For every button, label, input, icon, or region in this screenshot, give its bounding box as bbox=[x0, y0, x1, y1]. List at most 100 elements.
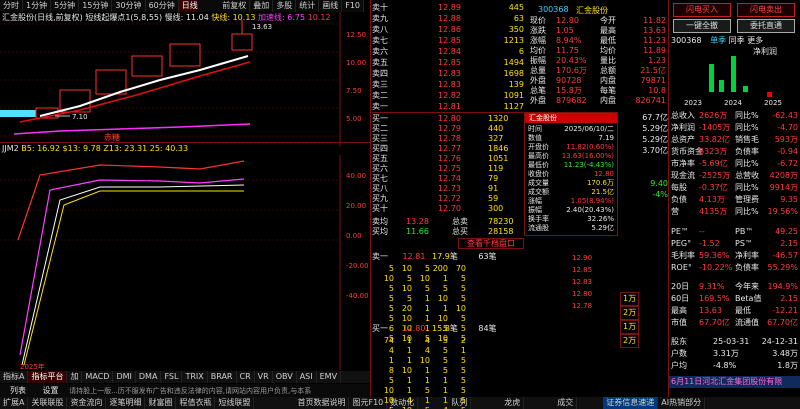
list-button[interactable]: 列表 bbox=[10, 386, 26, 395]
rp-tab[interactable]: 同季 bbox=[729, 36, 745, 45]
ob-vol: 119 bbox=[488, 164, 504, 173]
ind-tab[interactable]: 指标A bbox=[0, 371, 29, 383]
status-item[interactable]: 龙虎 bbox=[501, 397, 525, 409]
rp-row: 20日 9.31% 今年来 194.9% bbox=[669, 281, 800, 293]
tick-cell: 5 bbox=[460, 284, 466, 293]
tool-fq[interactable]: 前复权 bbox=[219, 0, 251, 12]
rp-val: -- bbox=[699, 227, 705, 236]
ob-sell-row[interactable]: 卖五 12.85 1494 bbox=[372, 57, 528, 68]
ind-tab[interactable]: MACD bbox=[82, 371, 114, 383]
flash-buy-button[interactable]: 闪电买入 bbox=[673, 3, 731, 17]
ind-tab[interactable]: VR bbox=[255, 371, 273, 383]
ob-buy-row[interactable]: 买五 12.76 1051 bbox=[372, 154, 528, 164]
period-tab[interactable]: 5分钟 bbox=[51, 0, 80, 12]
rp-label: PEG° bbox=[671, 239, 692, 248]
rp-label: PB™ bbox=[735, 227, 754, 236]
tool-multi[interactable]: 多股 bbox=[273, 0, 297, 12]
direct-order-button[interactable]: 委托直通 bbox=[737, 19, 795, 33]
tool-f10[interactable]: F10 bbox=[342, 0, 364, 12]
tick-cell: 5 bbox=[460, 386, 466, 395]
ind-tab[interactable]: CR bbox=[237, 371, 255, 383]
ind-tab[interactable]: DMI bbox=[113, 371, 136, 383]
ob-sell-row[interactable]: 卖九 12.88 63 bbox=[372, 13, 528, 24]
ob-sell-row[interactable]: 卖八 12.86 350 bbox=[372, 24, 528, 35]
rp-tab[interactable]: 单季 bbox=[710, 36, 726, 45]
status-item[interactable]: 财富圈 bbox=[145, 397, 177, 409]
ind-tab[interactable]: BRAR bbox=[208, 371, 237, 383]
status-item[interactable]: 成交 bbox=[554, 397, 578, 409]
ob-buy-row[interactable]: 买六 12.75 119 bbox=[372, 164, 528, 174]
settings-button[interactable]: 设置 bbox=[43, 386, 59, 395]
sub-chart[interactable] bbox=[0, 155, 370, 370]
rp-label: 市值 bbox=[671, 318, 687, 327]
tick-cell: 2 bbox=[460, 336, 466, 345]
tt-val: 32.26% bbox=[587, 215, 614, 223]
flash-sell-button[interactable]: 闪电卖出 bbox=[737, 3, 795, 17]
ind-tab[interactable]: OBV bbox=[273, 371, 297, 383]
status-item[interactable]: 逐笔明细 bbox=[106, 397, 146, 409]
q-label: 内盘 bbox=[600, 96, 616, 105]
tool-draw[interactable]: 画线 bbox=[319, 0, 343, 12]
kline-chart[interactable] bbox=[0, 12, 370, 147]
ind-tab[interactable]: EMV bbox=[317, 371, 342, 383]
rp-row: 净利润 -1405万 同比% -4.70 bbox=[669, 122, 800, 134]
ob-vol: 63 bbox=[513, 14, 524, 23]
ind-tab[interactable]: ASI bbox=[297, 371, 317, 383]
ind-tab[interactable]: FSL bbox=[161, 371, 183, 383]
ob-vol: 445 bbox=[508, 3, 524, 12]
ind-tab[interactable]: 指标平台 bbox=[28, 371, 68, 383]
ob-buy-row[interactable]: 买一 12.80 1320 bbox=[372, 114, 528, 124]
ob-price: 12.83 bbox=[438, 80, 461, 89]
ind-tab[interactable]: 加 bbox=[67, 371, 83, 383]
ob-price: 12.76 bbox=[438, 154, 461, 163]
ob-sell-row[interactable]: 卖三 12.83 139 bbox=[372, 79, 528, 90]
ob-buy-row[interactable]: 买十 12.70 300 bbox=[372, 204, 528, 214]
ob-price: 12.74 bbox=[438, 174, 461, 183]
status-item[interactable]: 首页数据说明 bbox=[294, 397, 350, 409]
ob-buy-row[interactable]: 买三 12.78 327 bbox=[372, 134, 528, 144]
ob-buy-row[interactable]: 买九 12.72 59 bbox=[372, 194, 528, 204]
status-item[interactable]: 扩展A bbox=[0, 397, 29, 409]
ind-tab[interactable]: DMA bbox=[136, 371, 162, 383]
tick-cell: 5 bbox=[424, 284, 430, 293]
tt-val: 2025/06/10/二 bbox=[564, 125, 614, 133]
q-val: 20.43% bbox=[556, 56, 587, 65]
cancel-all-button[interactable]: 一键全撤 bbox=[673, 19, 731, 33]
status-item[interactable]: 证券信息速递 bbox=[603, 397, 659, 409]
tick-cell: 70 bbox=[455, 264, 466, 273]
ob-sell-row[interactable]: 卖四 12.83 1698 bbox=[372, 68, 528, 79]
status-item[interactable]: 资金流向 bbox=[67, 397, 107, 409]
ob-buy-row[interactable]: 买七 12.74 79 bbox=[372, 174, 528, 184]
ob-label: 买八 bbox=[372, 184, 388, 193]
status-item[interactable]: AI热销部分 bbox=[658, 397, 706, 409]
ob-buy-row[interactable]: 买二 12.79 440 bbox=[372, 124, 528, 134]
rp-tab[interactable]: 更多 bbox=[747, 36, 763, 45]
rp-row: 总资产 33.82亿 销售毛 593万 bbox=[669, 134, 800, 146]
news-ticker[interactable]: 6月11日河北汇金集团股份有限 bbox=[669, 376, 800, 388]
period-tab[interactable]: 1分钟 bbox=[23, 0, 52, 12]
q-label: 外盘 bbox=[530, 76, 546, 85]
tool-stat[interactable]: 统计 bbox=[296, 0, 320, 12]
tick-cell: 10 bbox=[437, 314, 448, 323]
ind-tab[interactable]: TRIX bbox=[182, 371, 208, 383]
ob-buy-row[interactable]: 买四 12.77 1846 bbox=[372, 144, 528, 154]
ob-sell-row[interactable]: 卖一 12.81 1127 bbox=[372, 101, 528, 112]
status-item[interactable]: 短线联盟 bbox=[215, 397, 255, 409]
rp-label: 户数 bbox=[671, 349, 687, 358]
rp-val: 55.29% bbox=[767, 263, 798, 272]
period-tab[interactable]: 分时 bbox=[0, 0, 23, 12]
ob-sell-row[interactable]: 卖十 12.89 445 bbox=[372, 2, 528, 13]
ob-sell-row[interactable]: 卖二 12.82 1091 bbox=[372, 90, 528, 101]
ob-buy-row[interactable]: 买八 12.73 91 bbox=[372, 184, 528, 194]
period-tab[interactable]: 60分钟 bbox=[146, 0, 179, 12]
status-item[interactable]: 关联联股 bbox=[28, 397, 68, 409]
tooltip-row: 收盘价 12.80 bbox=[525, 170, 617, 179]
status-item[interactable]: 程值衣瓶 bbox=[176, 397, 216, 409]
thousand-levels-button[interactable]: 查看千档盘口 bbox=[458, 238, 524, 249]
ob-price: 12.80 bbox=[438, 114, 461, 123]
ob-sell-row[interactable]: 卖六 12.84 6 bbox=[372, 46, 528, 57]
period-tab[interactable]: 15分钟 bbox=[79, 0, 113, 12]
tool-overlay[interactable]: 叠加 bbox=[250, 0, 274, 12]
period-tab[interactable]: 30分钟 bbox=[112, 0, 146, 12]
ob-sell-row[interactable]: 卖七 12.85 1213 bbox=[372, 35, 528, 46]
